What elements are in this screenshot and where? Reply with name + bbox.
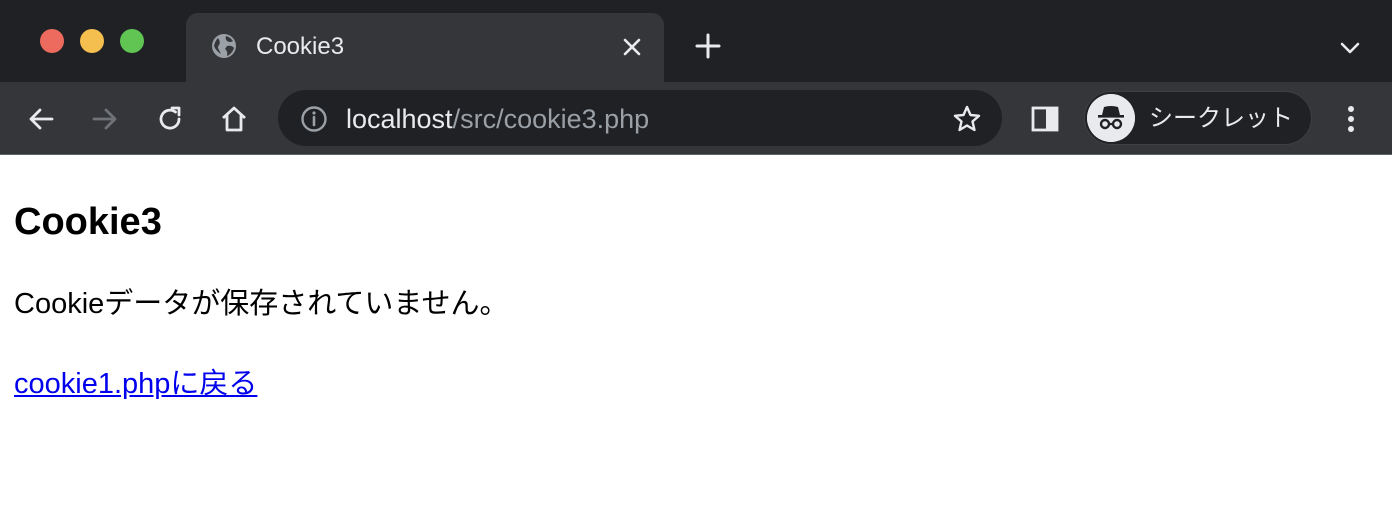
incognito-label: シークレット: [1149, 105, 1293, 132]
incognito-profile-button[interactable]: シークレット: [1084, 91, 1312, 145]
chevron-down-icon[interactable]: [1338, 36, 1362, 60]
side-panel-icon[interactable]: [1030, 104, 1060, 134]
info-icon[interactable]: [300, 105, 328, 133]
url-path: /src/cookie3.php: [452, 104, 650, 134]
close-tab-icon[interactable]: [620, 35, 644, 59]
maximize-window-button[interactable]: [120, 29, 144, 53]
bookmark-star-icon[interactable]: [952, 104, 982, 134]
tab-cookie3[interactable]: Cookie3: [186, 13, 664, 82]
url-text[interactable]: localhost/src/cookie3.php: [346, 103, 649, 135]
close-window-button[interactable]: [40, 29, 64, 53]
back-to-cookie1-link[interactable]: cookie1.phpに戻る: [14, 366, 257, 402]
status-message: Cookieデータが保存されていません。: [14, 288, 509, 320]
reload-icon[interactable]: [155, 104, 185, 134]
window-controls: [40, 29, 144, 53]
more-menu-icon[interactable]: [1336, 102, 1366, 136]
incognito-icon: [1087, 94, 1135, 142]
title-bar: Cookie3: [0, 0, 1392, 82]
page-heading: Cookie3: [14, 201, 162, 243]
url-host: localhost: [346, 104, 453, 134]
globe-icon: [212, 34, 236, 58]
tab-title: Cookie3: [256, 33, 345, 60]
page-content: Cookie3 Cookieデータが保存されていません。 cookie1.php…: [0, 198, 1392, 402]
forward-arrow-icon[interactable]: [90, 104, 120, 134]
address-bar[interactable]: localhost/src/cookie3.php: [278, 90, 1002, 146]
browser-toolbar: localhost/src/cookie3.php シークレット: [0, 82, 1392, 155]
new-tab-icon[interactable]: [694, 32, 722, 60]
minimize-window-button[interactable]: [80, 29, 104, 53]
back-arrow-icon[interactable]: [26, 104, 56, 134]
home-icon[interactable]: [219, 104, 249, 134]
